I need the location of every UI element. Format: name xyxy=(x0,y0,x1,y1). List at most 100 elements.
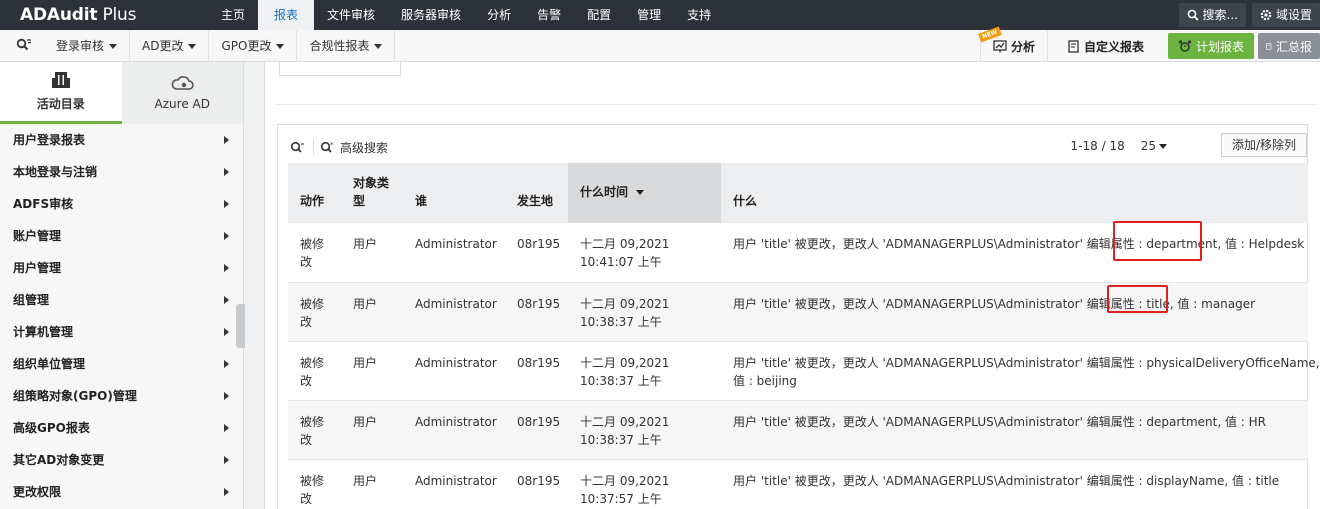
schedule-report-button[interactable]: 计划报表 xyxy=(1167,33,1254,59)
sidebar-item[interactable]: 组管理 xyxy=(0,284,243,316)
sidebar-item[interactable]: 其它AD对象变更 xyxy=(0,444,243,476)
cell-where: 08r195 xyxy=(505,341,568,401)
chevron-right-icon xyxy=(224,488,229,496)
cell-when: 十二月 09,2021 10:41:07 上午 xyxy=(568,223,721,283)
report-title-tab[interactable] xyxy=(279,62,401,76)
sidebar-item[interactable]: 高级GPO报表 xyxy=(0,412,243,444)
chevron-right-icon xyxy=(224,200,229,208)
advanced-search-label: 高级搜索 xyxy=(340,141,389,155)
report-table: 动作 对象类型 谁 发生地 什么时间 什么 被修改 用户 Administrator… xyxy=(288,163,1320,509)
chevron-right-icon xyxy=(224,360,229,368)
report-panel: * 高级搜索 1-18 / 18 25 添加/移除列 动作 对象类型 谁 发生地 xyxy=(277,124,1320,509)
sidebar-item-label: 组策略对象(GPO)管理 xyxy=(13,389,137,403)
sort-desc-icon xyxy=(636,189,645,195)
table-row[interactable]: 被修改 用户 Administrator 08r195 十二月 09,2021 10:38… xyxy=(288,400,1308,460)
cell-what: 用户 'title' 被更改，更改人 'ADMANAGERPLUS\Admini… xyxy=(721,223,1308,283)
report-search-button[interactable] xyxy=(16,38,32,55)
sidebar-item-label: ADFS审核 xyxy=(13,197,74,211)
page-size-dropdown[interactable]: 25 xyxy=(1141,139,1167,153)
nav-item[interactable]: 管理 xyxy=(624,0,674,30)
sidebar-item[interactable]: 更改权限 xyxy=(0,476,243,508)
global-search-button[interactable]: 搜索... xyxy=(1178,3,1246,27)
col-header-when[interactable]: 什么时间 xyxy=(568,163,721,223)
sidebar-item-label: 组织单位管理 xyxy=(13,357,86,371)
cell-object-type: 用户 xyxy=(341,459,403,509)
domain-settings-label: 域设置 xyxy=(1275,8,1312,22)
nav-item[interactable]: 报表 xyxy=(258,0,315,30)
nav-item[interactable]: 分析 xyxy=(474,0,524,30)
sidebar-item[interactable]: 账户管理 xyxy=(0,220,243,252)
summary-report-button[interactable]: 汇总报 xyxy=(1258,33,1320,59)
report-menu-dropdown[interactable]: GPO更改 xyxy=(209,30,298,62)
tab-active-directory[interactable]: 活动目录 xyxy=(0,62,122,124)
col-header-action[interactable]: 动作 xyxy=(288,163,341,223)
nav-item[interactable]: 服务器审核 xyxy=(388,0,474,30)
chevron-right-icon xyxy=(224,424,229,432)
table-row[interactable]: 被修改 用户 Administrator 08r195 十二月 09,2021 10:41… xyxy=(288,223,1308,283)
nav-item[interactable]: 主页 xyxy=(208,0,258,30)
sidebar-item[interactable]: ADFS审核 xyxy=(0,188,243,220)
cell-when: 十二月 09,2021 10:37:57 上午 xyxy=(568,459,721,509)
building-icon xyxy=(51,72,70,88)
cell-when-time: 10:41:07 上午 xyxy=(580,255,662,269)
cell-what-text: 用户 'title' 被更改，更改人 'ADMANAGERPLUS\Admini… xyxy=(733,237,1305,251)
cell-when-date: 十二月 09,2021 xyxy=(580,473,670,488)
sidebar-item-label: 用户管理 xyxy=(13,261,62,275)
report-menu-dropdown[interactable]: 合规性报表 xyxy=(297,30,396,62)
col-header-what[interactable]: 什么 xyxy=(721,163,1308,223)
cell-object-type: 用户 xyxy=(341,341,403,401)
custom-report-button[interactable]: 自定义报表 xyxy=(1046,30,1164,62)
chevron-down-icon xyxy=(276,43,285,49)
sidebar-item-label: 本地登录与注销 xyxy=(13,165,98,179)
report-menu-dropdown[interactable]: 登录审核 xyxy=(44,30,131,62)
sidebar-item-label: 更改权限 xyxy=(13,485,62,499)
table-header-row: 动作 对象类型 谁 发生地 什么时间 什么 xyxy=(288,163,1308,223)
advanced-search-button[interactable]: * 高级搜索 xyxy=(313,139,388,156)
chart-icon xyxy=(993,39,1007,52)
cell-who: Administrator xyxy=(403,282,505,342)
cloud-icon xyxy=(171,76,195,90)
analysis-button[interactable]: NEW 分析 xyxy=(978,26,1047,62)
advanced-search-icon: * xyxy=(320,141,334,153)
sidebar-item-label: 账户管理 xyxy=(13,229,62,243)
table-row[interactable]: 被修改 用户 Administrator 08r195 十二月 09,2021 10:38… xyxy=(288,282,1308,342)
pager-range: 1-18 / 18 xyxy=(1070,139,1125,153)
col-header-object-type[interactable]: 对象类型 xyxy=(341,163,403,223)
summary-report-label: 汇总报 xyxy=(1275,39,1312,54)
sidebar-item[interactable]: 计算机管理 xyxy=(0,316,243,348)
sidebar-item[interactable]: 用户管理 xyxy=(0,252,243,284)
col-header-who[interactable]: 谁 xyxy=(403,163,505,223)
domain-settings-button[interactable]: 域设置 xyxy=(1251,3,1320,27)
nav-item[interactable]: 文件审核 xyxy=(314,0,388,30)
cell-what-text: 用户 'title' 被更改，更改人 'ADMANAGERPLUS\Admini… xyxy=(733,414,1267,429)
cell-who: Administrator xyxy=(403,459,505,509)
report-toolbar: 登录审核 AD更改 GPO更改 合规性报表 NEW 分析 自定义报表 计划报表 汇总报 xyxy=(0,26,1320,62)
table-row[interactable]: 被修改 用户 Administrator 08r195 十二月 09,2021 10:37… xyxy=(288,459,1308,509)
sidebar-item[interactable]: 用户登录报表 xyxy=(0,124,243,156)
tab-azure-ad[interactable]: Azure AD xyxy=(121,62,243,124)
sidebar-item[interactable]: 组策略对象(GPO)管理 xyxy=(0,380,243,412)
nav-item[interactable]: 配置 xyxy=(574,0,624,30)
alarm-clock-icon xyxy=(1178,40,1192,52)
report-menu-dropdown[interactable]: AD更改 xyxy=(130,30,210,62)
cell-when-time: 10:38:37 上午 xyxy=(580,373,662,388)
cell-what: 用户 'title' 被更改，更改人 'ADMANAGERPLUS\Admini… xyxy=(721,459,1308,509)
tab-azure-ad-label: Azure AD xyxy=(154,97,210,111)
app-logo[interactable]: ADAudit Plus xyxy=(20,5,136,25)
col-header-where[interactable]: 发生地 xyxy=(505,163,568,223)
cell-who: Administrator xyxy=(403,400,505,460)
cell-object-type: 用户 xyxy=(341,223,403,283)
sidebar-collapse-handle[interactable] xyxy=(236,304,245,348)
add-remove-columns-button[interactable]: 添加/移除列 xyxy=(1221,133,1307,157)
cell-what-text: 用户 'title' 被更改，更改人 'ADMANAGERPLUS\Admini… xyxy=(733,296,1256,311)
sidebar-item[interactable]: 组织单位管理 xyxy=(0,348,243,380)
sidebar-item[interactable]: 本地登录与注销 xyxy=(0,156,243,188)
filter-search-icon[interactable] xyxy=(290,141,305,155)
cell-object-type: 用户 xyxy=(341,400,403,460)
main-nav: 主页 报表 文件审核 服务器审核 分析 告警 配置 管理 支持 xyxy=(208,0,724,30)
cell-where: 08r195 xyxy=(505,459,568,509)
nav-item[interactable]: 支持 xyxy=(674,0,724,30)
nav-item[interactable]: 告警 xyxy=(524,0,574,30)
report-menu-label: AD更改 xyxy=(142,39,184,53)
table-row[interactable]: 被修改 用户 Administrator 08r195 十二月 09,2021 10:38… xyxy=(288,341,1320,401)
